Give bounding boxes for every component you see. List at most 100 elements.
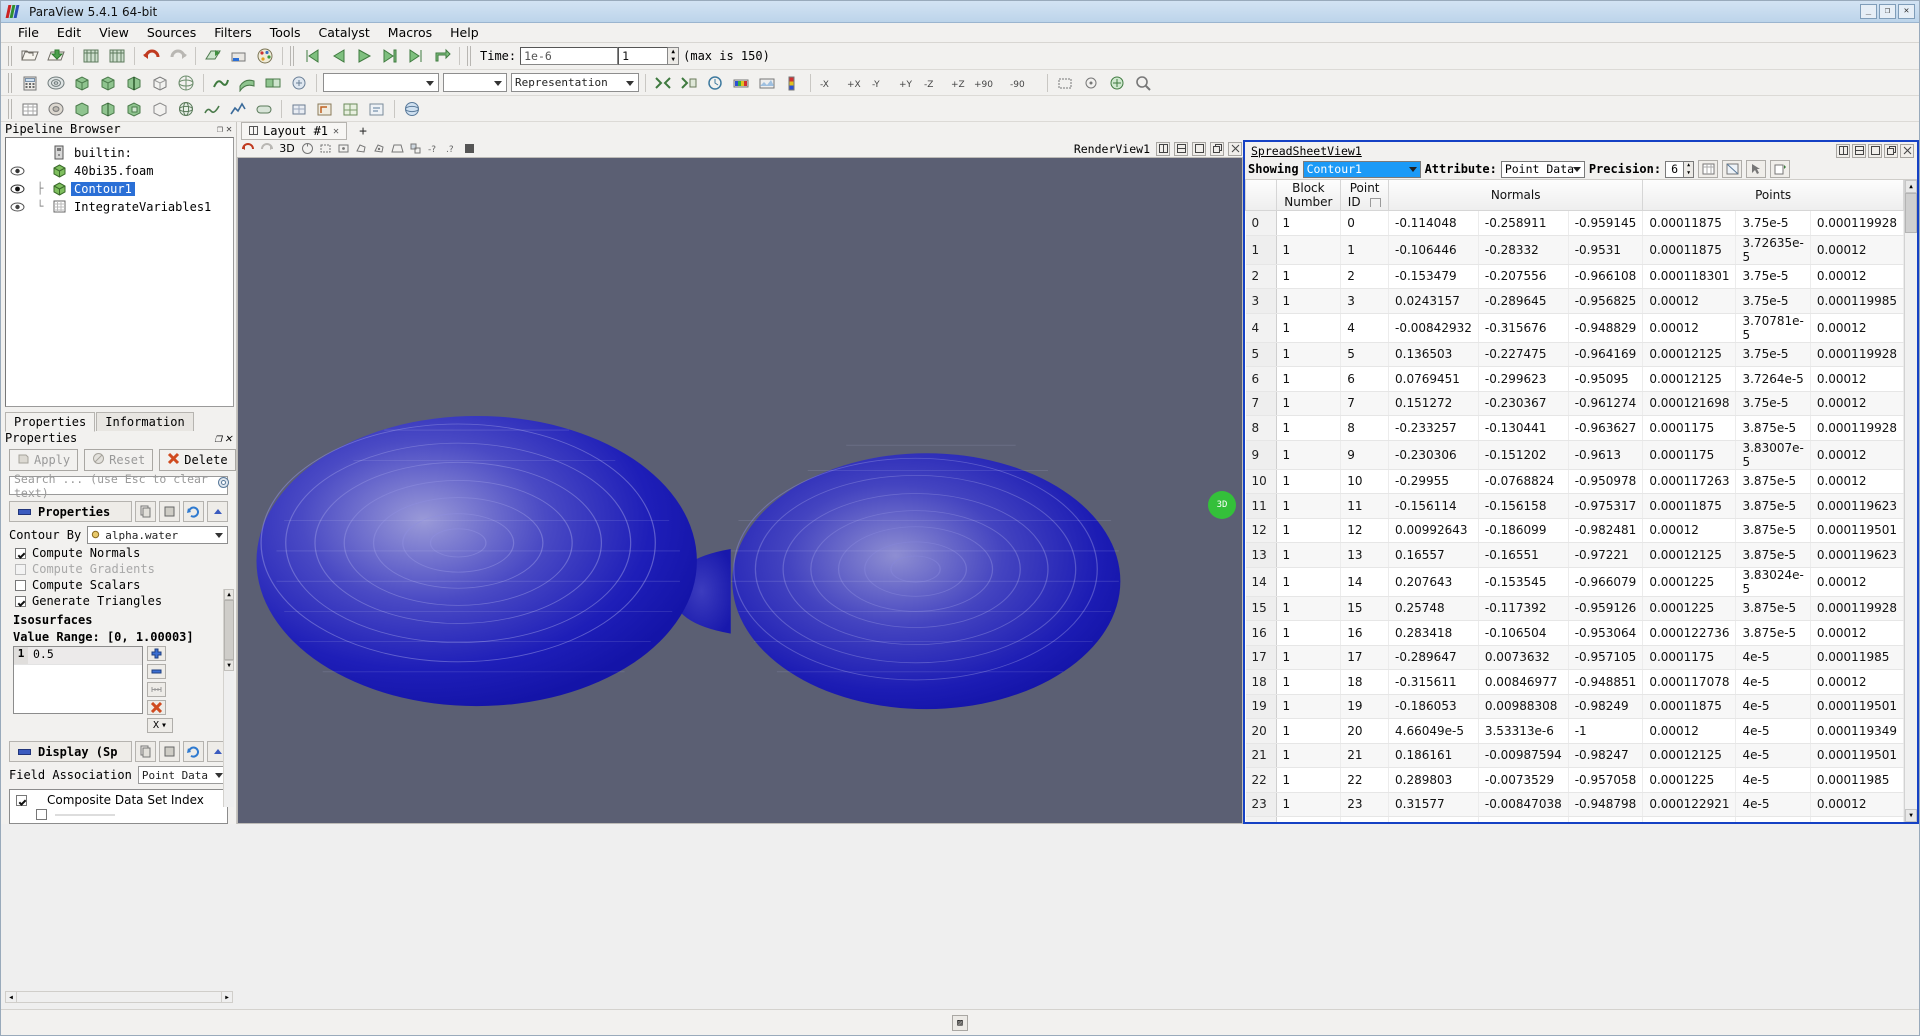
save-state-icon[interactable] — [44, 45, 68, 67]
restore-defaults-icon[interactable] — [183, 501, 204, 522]
checkbox-generate-triangles[interactable]: Generate Triangles — [1, 592, 236, 608]
extract-level-icon[interactable] — [287, 72, 311, 94]
display-group-header[interactable]: Display (Sp — [9, 741, 132, 762]
visibility-toggle[interactable] — [6, 202, 28, 212]
maximize-button[interactable]: ❐ — [1879, 4, 1896, 19]
composite-child-checkbox[interactable] — [36, 809, 47, 820]
scroll-up-arrow[interactable]: ▲ — [224, 589, 234, 600]
stream-tracer-icon[interactable] — [209, 72, 233, 94]
checkbox-box[interactable] — [15, 596, 26, 607]
table-row[interactable]: 212-0.153479-0.207556-0.9661080.00011830… — [1246, 264, 1904, 289]
close-icon[interactable]: ✕ — [225, 431, 232, 445]
clip-icon[interactable] — [70, 72, 94, 94]
field-association-combo[interactable]: Point Data — [138, 766, 228, 784]
column-header-index[interactable] — [1246, 180, 1277, 211]
tube-icon[interactable] — [252, 98, 276, 120]
column-header-point-id[interactable]: Point ID — [1341, 180, 1389, 211]
interactive-select-icon[interactable] — [1105, 72, 1129, 94]
isosurface-value-row[interactable]: 1 0.5 — [14, 647, 142, 665]
menu-tools[interactable]: Tools — [261, 23, 310, 42]
extract-block-icon[interactable] — [122, 98, 146, 120]
menu-sources[interactable]: Sources — [138, 23, 205, 42]
precision-value[interactable]: 6 — [1665, 161, 1684, 178]
add-layout-button[interactable]: + — [353, 124, 373, 139]
group-datasets-icon[interactable] — [261, 72, 285, 94]
table-row[interactable]: 5150.136503-0.227475-0.9641690.000121253… — [1246, 342, 1904, 367]
table-row[interactable]: 111-0.106446-0.28332-0.95310.000118753.7… — [1246, 235, 1904, 264]
menu-view[interactable]: View — [90, 23, 138, 42]
frustum-select-icon[interactable] — [390, 142, 405, 156]
reset-button[interactable]: Reset — [84, 449, 153, 471]
pipeline-item-contour1[interactable]: ├ Contour1 — [6, 180, 233, 198]
export-icon[interactable] — [1770, 160, 1790, 178]
rotate-camera-icon[interactable] — [300, 142, 315, 156]
table-row[interactable]: 3130.0243157-0.289645-0.9568250.000123.7… — [1246, 289, 1904, 314]
spreadsheet-table-wrapper[interactable]: Block Number Point ID Normals Points — [1245, 180, 1904, 822]
extract-subset-icon[interactable] — [148, 72, 172, 94]
zoom-to-data-icon[interactable] — [1131, 72, 1155, 94]
table-row[interactable]: 121120.00992643-0.186099-0.9824810.00012… — [1246, 518, 1904, 543]
pipeline-item-40bi35-foam[interactable]: 40bi35.foam — [6, 162, 233, 180]
status-cell-icon[interactable]: ▨ — [952, 1015, 968, 1031]
add-range-icon[interactable] — [147, 682, 166, 697]
toggle-column-visibility-icon[interactable] — [1698, 160, 1718, 178]
checkbox-box[interactable] — [15, 548, 26, 559]
color-component-combo[interactable] — [443, 73, 507, 92]
add-value-icon[interactable] — [147, 646, 166, 661]
disconnect-server-icon[interactable] — [105, 45, 129, 67]
checkbox-compute-normals[interactable]: Compute Normals — [1, 544, 236, 560]
close-icon[interactable]: ✕ — [226, 124, 232, 135]
camera-negz-icon[interactable]: -Z — [920, 72, 944, 94]
frame-spin-buttons[interactable]: ▲▼ — [668, 47, 679, 65]
select-points-poly-icon[interactable] — [372, 142, 387, 156]
table-row[interactable]: 201204.66049e-53.53313e-6-10.000124e-50.… — [1246, 719, 1904, 744]
slice-icon[interactable] — [96, 72, 120, 94]
paste-display-icon[interactable] — [159, 741, 180, 762]
toggle-cell-connectivity-icon[interactable] — [1722, 160, 1742, 178]
play-icon[interactable] — [352, 45, 376, 67]
showing-combo[interactable]: Contour1 — [1303, 161, 1421, 178]
isosurface-value-list[interactable]: 1 0.5 — [13, 646, 143, 714]
table-row[interactable]: 221220.289803-0.0073529-0.9570580.000122… — [1246, 768, 1904, 793]
menu-catalyst[interactable]: Catalyst — [310, 23, 379, 42]
checkbox-compute-scalars[interactable]: Compute Scalars — [1, 576, 236, 592]
plot-over-line-icon[interactable] — [226, 98, 250, 120]
copy-properties-icon[interactable] — [135, 501, 156, 522]
rotate-90-cw-icon[interactable]: -90 — [1008, 72, 1042, 94]
menu-macros[interactable]: Macros — [379, 23, 441, 42]
toolbar-grip[interactable] — [8, 73, 14, 93]
outline-icon[interactable] — [148, 98, 172, 120]
scrollbar-thumb[interactable] — [224, 600, 234, 660]
apply-button[interactable]: Apply — [9, 449, 78, 471]
contour-icon[interactable] — [44, 72, 68, 94]
threshold-icon[interactable] — [122, 72, 146, 94]
undock-icon[interactable]: ❐ — [215, 431, 222, 445]
tab-information[interactable]: Information — [96, 412, 193, 431]
select-blocks-icon[interactable] — [408, 142, 423, 156]
composite-checkbox[interactable] — [16, 795, 27, 806]
properties-horizontal-scrollbar[interactable]: ◀ ▶ — [5, 991, 233, 1003]
table-row[interactable]: 211210.186161-0.00987594-0.982470.000121… — [1246, 743, 1904, 768]
undock-icon[interactable] — [1884, 144, 1898, 158]
hover-points-icon[interactable]: .? — [444, 142, 459, 156]
color-palette-icon[interactable] — [253, 45, 277, 67]
time-input[interactable]: 1e-6 — [520, 47, 618, 65]
next-frame-icon[interactable] — [378, 45, 402, 67]
tab-properties[interactable]: Properties — [5, 412, 95, 432]
calculator-icon[interactable] — [18, 72, 42, 94]
pipeline-item-integratevariables1[interactable]: └ IntegrateVariables1 — [6, 198, 233, 216]
split-vertical-icon[interactable] — [1852, 144, 1866, 158]
interactive-select-cells-icon[interactable]: -? — [426, 142, 441, 156]
loop-icon[interactable] — [430, 45, 454, 67]
layout-tab[interactable]: Layout #1 ✕ — [241, 122, 347, 140]
scrollbar-thumb[interactable] — [1905, 193, 1917, 233]
frame-stepper[interactable]: 1 ▲▼ — [618, 47, 679, 65]
scalar-axis-combo[interactable]: X ▾ — [147, 718, 173, 733]
visibility-toggle[interactable] — [6, 184, 28, 194]
pipeline-browser[interactable]: builtin: 40bi35.foam — [5, 137, 234, 407]
delete-button[interactable]: Delete — [159, 449, 235, 471]
shrink-icon[interactable] — [44, 98, 68, 120]
table-row[interactable]: 161160.283418-0.106504-0.9530640.0001227… — [1246, 621, 1904, 646]
properties-group-header[interactable]: Properties — [9, 501, 132, 522]
render-view-canvas[interactable]: 3D — [237, 157, 1243, 824]
